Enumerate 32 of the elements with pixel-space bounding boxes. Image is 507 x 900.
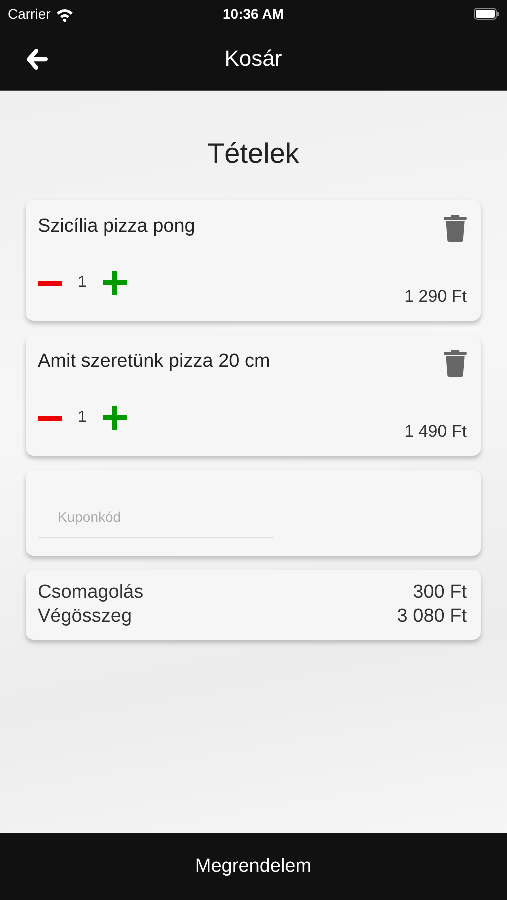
trash-icon — [444, 350, 467, 377]
screen-title: Kosár — [224, 46, 282, 72]
section-heading: Tételek — [206, 138, 300, 170]
item-price: 1 290 Ft — [404, 287, 467, 307]
summary-value: 3 080 Ft — [397, 606, 467, 628]
status-time: 10:36 AM — [223, 6, 284, 22]
decrease-button[interactable] — [38, 416, 62, 420]
increase-button[interactable] — [102, 406, 127, 430]
item-price: 1 490 Ft — [404, 422, 467, 442]
carrier-label: Carrier — [8, 6, 51, 22]
plus-icon — [102, 406, 127, 430]
battery-icon — [474, 8, 499, 20]
minus-icon — [38, 280, 62, 286]
summary-label: Végösszeg — [38, 606, 132, 628]
order-button[interactable]: Megrendelem — [0, 833, 507, 900]
back-arrow-icon — [26, 48, 48, 70]
decrease-button[interactable] — [38, 280, 62, 286]
quantity-value: 1 — [78, 274, 87, 292]
plus-icon — [102, 271, 127, 295]
trash-icon — [444, 215, 467, 242]
wifi-icon — [56, 6, 74, 22]
item-name: Szicília pizza pong — [38, 216, 196, 238]
quantity-value: 1 — [78, 409, 87, 427]
summary-value: 300 Ft — [413, 582, 467, 604]
minus-icon — [38, 416, 62, 420]
back-button[interactable] — [25, 48, 49, 70]
delete-button[interactable] — [444, 350, 467, 377]
increase-button[interactable] — [102, 271, 127, 295]
delete-button[interactable] — [444, 215, 467, 242]
item-name: Amit szeretünk pizza 20 cm — [38, 351, 270, 373]
summary-label: Csomagolás — [38, 582, 144, 604]
coupon-field[interactable]: Kuponkód — [38, 503, 274, 538]
